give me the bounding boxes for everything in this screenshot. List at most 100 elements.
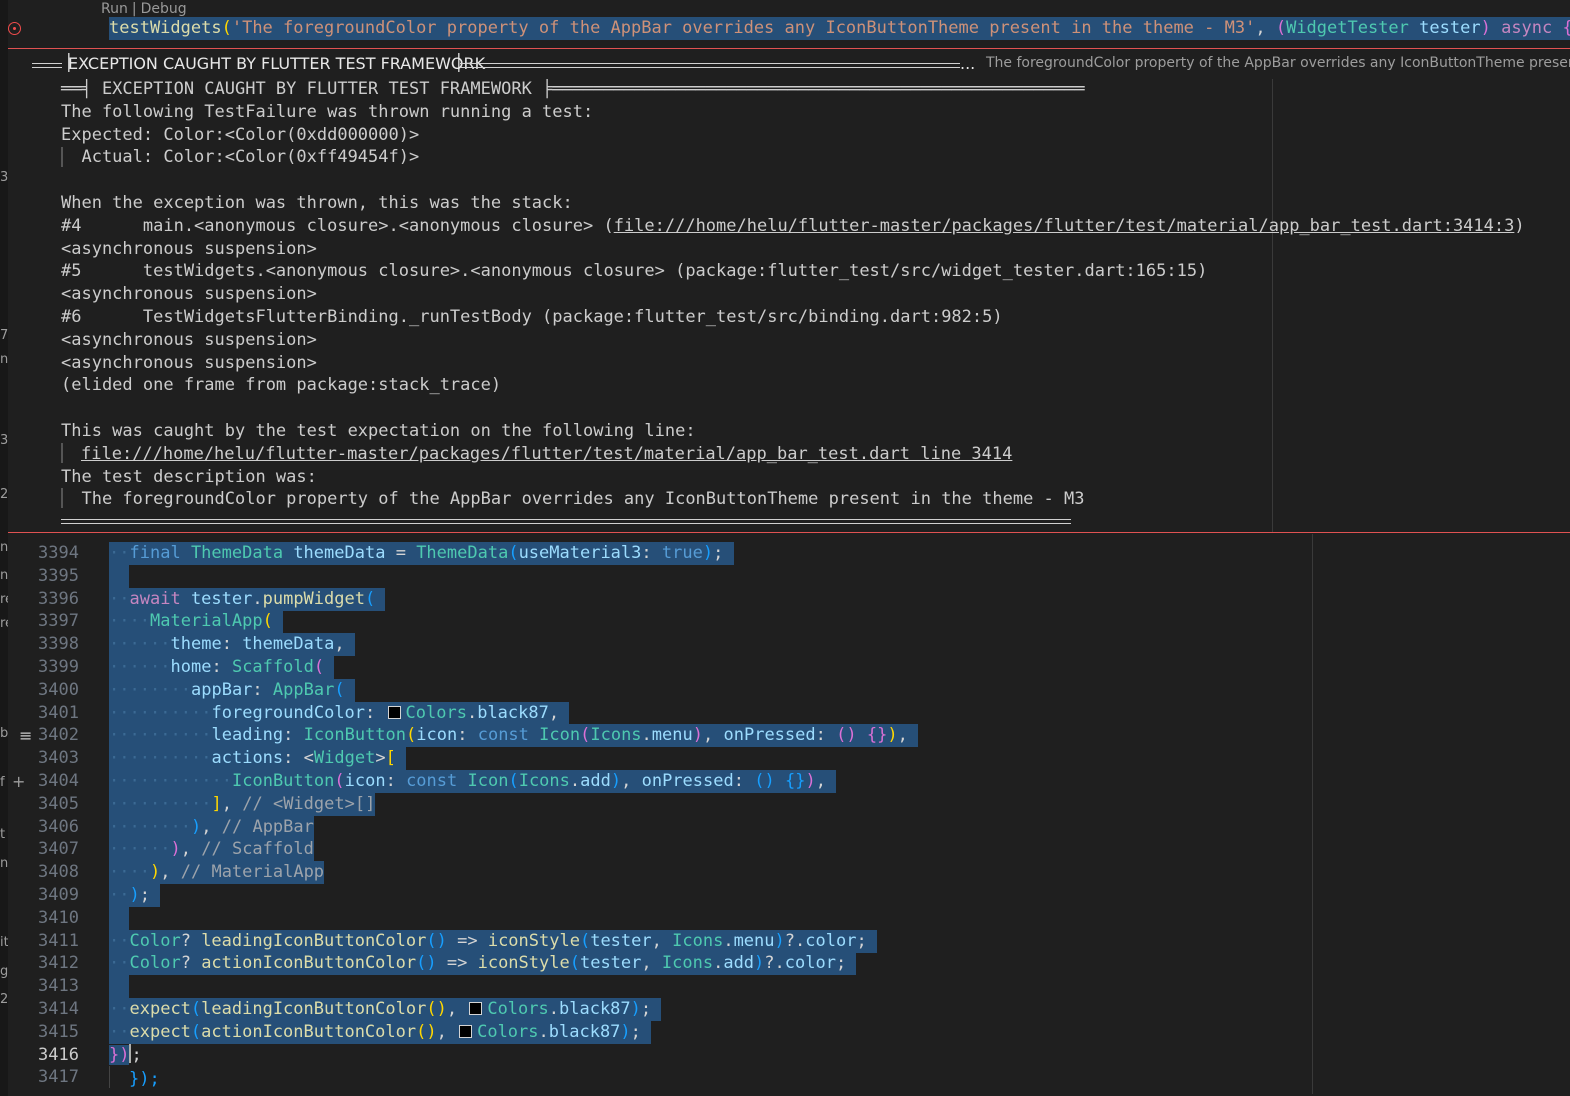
param-name: tester: [1419, 18, 1481, 38]
code-text[interactable]: ··Color? leadingIconButtonColor() => ico…: [109, 929, 877, 953]
peek-line: <asynchronous suspension>: [61, 352, 317, 373]
code-text[interactable]: [109, 975, 130, 999]
code-line-3401[interactable]: 3401 ··········foregroundColor: Colors.bl…: [8, 701, 1570, 725]
peek-line: The following TestFailure was thrown run…: [61, 101, 594, 122]
fn-name: testWidgets: [109, 18, 222, 38]
line-number: 3403: [38, 748, 79, 769]
left-strip-glyph: re: [0, 592, 8, 607]
code-line-3414[interactable]: 3414 ··expect(leadingIconButtonColor(), C…: [8, 998, 1570, 1021]
code-line-3417[interactable]: 3417});: [8, 1066, 1570, 1089]
left-strip-glyph: g: [0, 964, 8, 979]
left-strip-glyph: it: [0, 935, 8, 950]
line-number: 3401: [38, 702, 79, 723]
peek-line: <asynchronous suspension>: [61, 284, 317, 305]
code-line-3408[interactable]: 3408 ····), // MaterialApp: [8, 861, 1570, 885]
left-strip-glyph: 2: [0, 487, 8, 502]
peek-line: Expected: Color:<Color(0xdd000000)>: [61, 124, 420, 145]
left-strip-glyph: 3: [0, 433, 8, 448]
code-text[interactable]: ····MaterialApp(: [109, 610, 284, 634]
code-text[interactable]: });: [109, 1043, 142, 1067]
code-text[interactable]: testWidgets('The foregroundColor propert…: [109, 17, 1570, 40]
double-rule-long: [460, 63, 960, 68]
code-line-3400[interactable]: 3400 ········appBar: AppBar(: [8, 678, 1570, 702]
error-circle-icon[interactable]: [8, 22, 21, 35]
line-number: 3415: [38, 1021, 79, 1042]
code-text[interactable]: ··expect(leadingIconButtonColor(), Color…: [109, 998, 662, 1021]
code-line-3411[interactable]: 3411 ··Color? leadingIconButtonColor() =>…: [8, 929, 1570, 953]
left-strip-glyph: b: [0, 726, 8, 741]
line-number: 3402: [38, 725, 79, 746]
exception-peek-body: ══╡ EXCEPTION CAUGHT BY FLUTTER TEST FRA…: [8, 79, 1570, 532]
line-number: 3411: [38, 930, 79, 951]
line-number: 3412: [38, 953, 79, 974]
peek-line: This was caught by the test expectation …: [61, 421, 696, 441]
code-line-3406[interactable]: 3406 ········), // AppBar: [8, 815, 1570, 839]
code-line-3410[interactable]: 3410: [8, 906, 1570, 930]
code-line-3413[interactable]: 3413: [8, 975, 1570, 999]
code-text[interactable]: ··········], // <Widget>[]: [109, 792, 376, 816]
peek-line: #6 TestWidgetsFlutterBinding._runTestBod…: [61, 307, 1003, 327]
peek-line: When the exception was thrown, this was …: [61, 193, 573, 213]
code-text[interactable]: [109, 564, 130, 588]
code-line-3394[interactable]: 3394 ··final ThemeData themeData = ThemeD…: [8, 542, 1570, 565]
line-number: 3414: [38, 999, 79, 1019]
peek-line: (elided one frame from package:stack_tra…: [61, 375, 502, 396]
code-line-3395[interactable]: 3395: [8, 564, 1570, 588]
expectation-file-link[interactable]: file:///home/helu/flutter-master/package…: [81, 444, 1012, 464]
code-text[interactable]: });: [109, 1066, 160, 1089]
debug-codelens-link[interactable]: Debug: [141, 1, 187, 17]
line-number: 3417: [38, 1067, 79, 1088]
code-text[interactable]: ············IconButton(icon: const Icon(…: [109, 770, 837, 793]
code-line-3415[interactable]: 3415 ··expect(actionIconButtonColor(), Co…: [8, 1020, 1570, 1044]
code-text[interactable]: ········), // AppBar: [109, 815, 314, 839]
code-line-3404[interactable]: 3404 ············IconButton(icon: const I…: [8, 770, 1570, 793]
code-text[interactable]: ··);: [109, 884, 161, 907]
code-text[interactable]: ··expect(actionIconButtonColor(), Colors…: [109, 1020, 652, 1044]
code-line-3396[interactable]: 3396 ··await tester.pumpWidget(: [8, 587, 1570, 611]
peek-line: The test description was:: [61, 466, 317, 487]
peek-bottom-rule: [61, 519, 1071, 524]
code-text[interactable]: ··········leading: IconButton(icon: cons…: [109, 724, 919, 748]
code-text[interactable]: ··final ThemeData themeData = ThemeData(…: [109, 542, 734, 565]
code-text[interactable]: ··········foregroundColor: Colors.black8…: [109, 701, 570, 725]
exception-summary: The foregroundColor property of the AppB…: [986, 55, 1570, 71]
code-text[interactable]: ········appBar: AppBar(: [109, 678, 355, 702]
code-line-3405[interactable]: 3405 ··········], // <Widget>[]: [8, 792, 1570, 816]
code-text[interactable]: ··Color? actionIconButtonColor() => icon…: [109, 952, 857, 976]
left-strip-glyph: 2: [0, 992, 8, 1007]
code-line-3403[interactable]: 3403 ··········actions: <Widget>[: [8, 747, 1570, 771]
async-keyword: async: [1501, 18, 1553, 38]
line-number: 3400: [38, 679, 79, 700]
closing-text: });: [129, 1069, 160, 1090]
peek-line: #4 main.<anonymous closure>.<anonymous c…: [61, 215, 1525, 236]
code-text[interactable]: ····), // MaterialApp: [109, 861, 325, 885]
code-text[interactable]: [109, 906, 130, 930]
code-line-3398[interactable]: 3398 ······theme: themeData,: [8, 633, 1570, 657]
code-text[interactable]: ······theme: themeData,: [109, 633, 355, 657]
code-line-3409[interactable]: 3409 ··);: [8, 884, 1570, 907]
code-text[interactable]: ······home: Scaffold(: [109, 656, 335, 679]
code-line-3393[interactable]: 3393 testWidgets('The foregroundColor pr…: [8, 17, 1570, 84]
code-text[interactable]: ··········actions: <Widget>[: [109, 747, 407, 771]
left-strip-glyph: n: [0, 568, 8, 583]
peek-bottom-border: [8, 532, 1570, 533]
run-codelens-link[interactable]: Run: [101, 1, 128, 17]
peek-line: <asynchronous suspension>: [61, 329, 317, 350]
stack-file-link[interactable]: file:///home/helu/flutter-master/package…: [614, 216, 1515, 236]
code-text[interactable]: ··await tester.pumpWidget(: [109, 587, 386, 611]
code-line-3407[interactable]: 3407 ······), // Scaffold: [8, 838, 1570, 862]
code-line-3397[interactable]: 3397 ····MaterialApp(: [8, 610, 1570, 634]
open-brace: { ··: [1563, 18, 1570, 38]
code-line-3416[interactable]: 3416});: [8, 1043, 1570, 1067]
header-ellipsis: ...: [960, 54, 976, 73]
exception-peek-header[interactable]: │ EXCEPTION CAUGHT BY FLUTTER TEST FRAME…: [8, 48, 1570, 80]
code-line-3399[interactable]: 3399 ······home: Scaffold(: [8, 656, 1570, 679]
add-icon[interactable]: +: [12, 770, 25, 793]
code-line-3402[interactable]: 3402 ··········leading: IconButton(icon: …: [8, 724, 1570, 748]
line-number: 3399: [38, 657, 79, 677]
hamburger-icon[interactable]: ≡: [19, 724, 32, 747]
left-strip-glyph: n: [0, 856, 8, 871]
code-line-3412[interactable]: 3412 ··Color? actionIconButtonColor() => …: [8, 952, 1570, 976]
peek-line: ══╡ EXCEPTION CAUGHT BY FLUTTER TEST FRA…: [61, 79, 1085, 99]
code-text[interactable]: ······), // Scaffold: [109, 838, 314, 862]
